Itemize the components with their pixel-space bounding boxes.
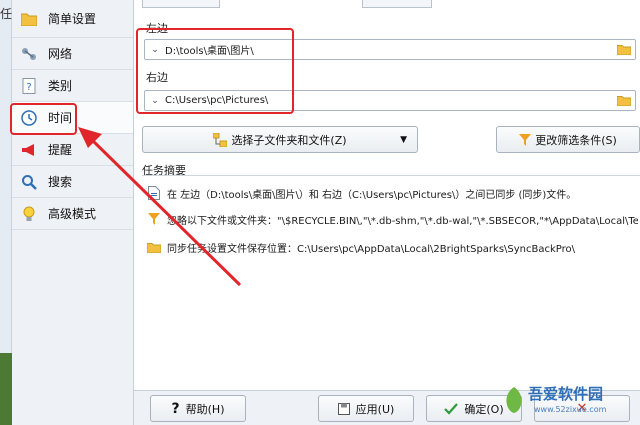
file-icon	[146, 185, 162, 201]
top-tab[interactable]	[142, 0, 220, 8]
summary-text: 在 左边（D:\tools\桌面\图片\）和 右边（C:\Users\pc\Pi…	[167, 189, 577, 201]
help-icon: ?	[171, 400, 180, 417]
sidebar-item-search[interactable]: 搜索	[12, 166, 133, 198]
summary-text: 忽略以下文件或文件夹："\$RECYCLE.BIN\,"\*.db-shm,"\…	[167, 215, 638, 227]
sidebar-item-reminder[interactable]: 提醒	[12, 134, 133, 166]
save-disk-icon	[337, 402, 350, 415]
top-tab[interactable]	[362, 0, 432, 8]
browse-folder-icon[interactable]	[613, 95, 635, 106]
checkmark-icon	[444, 402, 459, 415]
sidebar-item-network[interactable]: 网络	[12, 38, 133, 70]
left-label: 左边	[146, 22, 168, 35]
chevron-down-icon[interactable]: ⌄	[145, 96, 165, 106]
magnifier-icon	[20, 173, 38, 191]
sidebar-item-label: 高级模式	[48, 207, 97, 221]
lightbulb-icon	[20, 205, 38, 223]
right-path-combo[interactable]: ⌄ C:\Users\pc\Pictures\	[144, 90, 636, 111]
help-label: 帮助(H)	[185, 402, 225, 416]
sidebar-item-label: 简单设置	[48, 12, 97, 26]
left-path-value: D:\tools\桌面\图片\	[165, 46, 254, 57]
select-subfolders-button[interactable]: 选择子文件夹和文件(Z) ▼	[142, 126, 418, 153]
background-window-char: 任	[0, 7, 13, 21]
summary-row: 在 左边（D:\tools\桌面\图片\）和 右边（C:\Users\pc\Pi…	[146, 183, 638, 203]
change-filter-label: 更改筛选条件(S)	[535, 133, 617, 147]
filter-icon	[519, 133, 532, 146]
sidebar: 简单设置 网络 ? 类别 时间 提醒 搜索 高级模式	[12, 0, 134, 425]
ok-label: 确定(O)	[464, 402, 504, 416]
watermark-title: 吾爱软件园	[528, 385, 604, 403]
question-file-icon: ?	[20, 77, 38, 95]
watermark-url: www.52zixue.com	[534, 405, 607, 414]
help-button[interactable]: ? 帮助(H)	[150, 395, 246, 422]
sidebar-item-label: 提醒	[48, 143, 73, 157]
right-label: 右边	[146, 71, 168, 84]
change-filter-button[interactable]: 更改筛选条件(S)	[496, 126, 640, 153]
select-subfolders-label: 选择子文件夹和文件(Z)	[231, 133, 347, 147]
dropdown-arrow-icon: ▼	[400, 134, 407, 145]
summary-row: 同步任务设置文件保存位置：C:\Users\pc\AppData\Local\2…	[146, 237, 638, 257]
tree-folder-icon	[213, 132, 228, 147]
chevron-down-icon[interactable]: ⌄	[145, 45, 165, 55]
main-panel: 左边 ⌄ D:\tools\桌面\图片\ 右边 ⌄ C:\Users\pc\Pi…	[134, 0, 640, 390]
leaf-logo-icon	[506, 387, 522, 413]
browse-folder-icon[interactable]	[613, 44, 635, 55]
sidebar-item-label: 时间	[48, 111, 73, 125]
sidebar-item-label: 类别	[48, 79, 73, 93]
clock-icon	[20, 109, 38, 127]
sidebar-item-time[interactable]: 时间	[12, 102, 133, 134]
top-tab-strip	[134, 0, 640, 8]
apply-label: 应用(U)	[355, 402, 395, 416]
network-icon	[20, 45, 38, 63]
summary-text: 同步任务设置文件保存位置：C:\Users\pc\AppData\Local\2…	[167, 243, 576, 255]
svg-text:?: ?	[26, 82, 31, 93]
background-green-area	[0, 353, 12, 425]
sidebar-item-label: 搜索	[48, 175, 73, 189]
apply-button[interactable]: 应用(U)	[318, 395, 414, 422]
right-path-value: C:\Users\pc\Pictures\	[165, 95, 269, 106]
background-window-strip: 任	[0, 0, 12, 425]
megaphone-icon	[20, 141, 38, 159]
sidebar-item-advanced-mode[interactable]: 高级模式	[12, 198, 133, 230]
left-path-combo[interactable]: ⌄ D:\tools\桌面\图片\	[144, 39, 636, 60]
sidebar-item-simple-settings[interactable]: 简单设置	[12, 0, 133, 38]
sidebar-item-category[interactable]: ? 类别	[12, 70, 133, 102]
folder-icon	[20, 10, 38, 28]
site-watermark: 吾爱软件园 www.52zixue.com	[502, 381, 632, 423]
filter-icon	[146, 211, 162, 227]
sidebar-item-label: 网络	[48, 47, 73, 61]
task-summary-list: 在 左边（D:\tools\桌面\图片\）和 右边（C:\Users\pc\Pi…	[142, 175, 640, 381]
summary-row: 忽略以下文件或文件夹："\$RECYCLE.BIN\,"\*.db-shm,"\…	[146, 209, 638, 229]
folder-icon	[146, 239, 162, 255]
